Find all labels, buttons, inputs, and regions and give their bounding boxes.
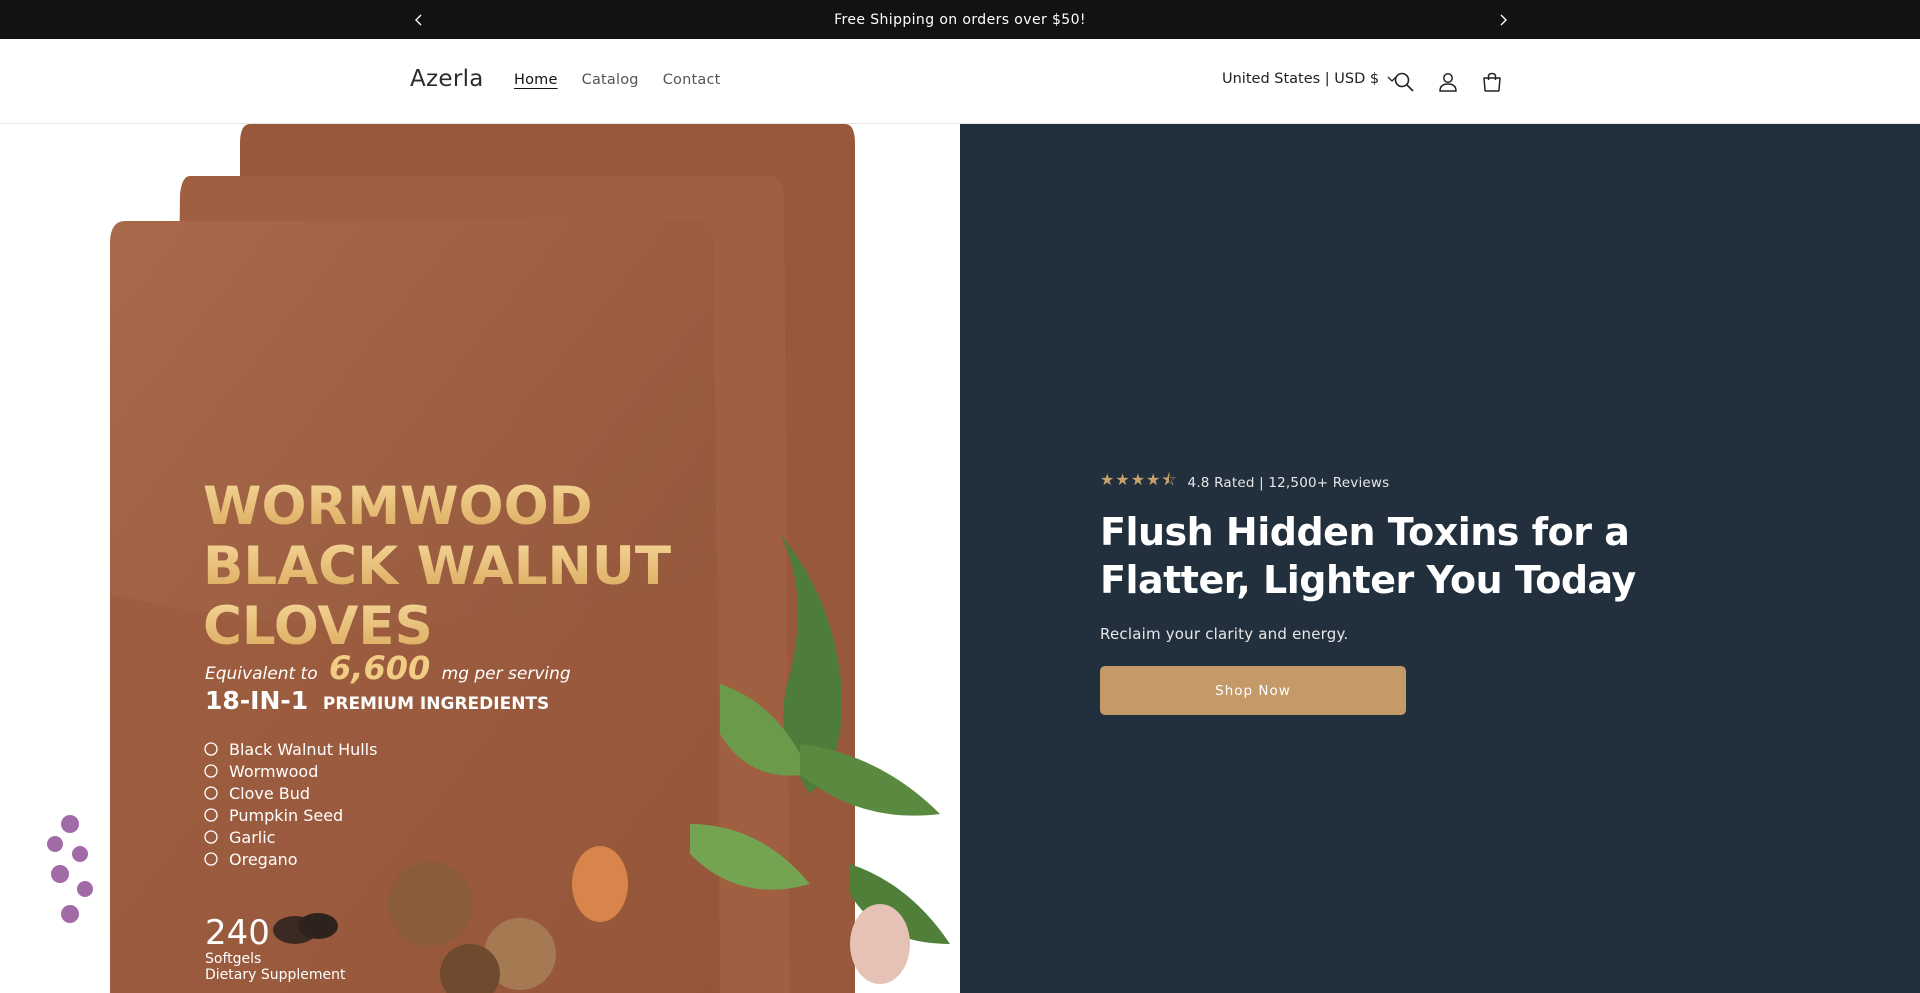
account-icon <box>1439 73 1457 92</box>
main-nav: Home Catalog Contact <box>514 72 745 88</box>
equivalent-suffix: mg per serving <box>442 664 571 684</box>
country-currency-selector[interactable]: United States | USD $ <box>1222 71 1397 87</box>
supplement-label: Dietary Supplement <box>205 967 346 983</box>
product-title-line-2: BLACK WALNUT <box>203 536 671 597</box>
shop-now-button[interactable]: Shop Now <box>1100 666 1406 715</box>
equivalent-prefix: Equivalent to <box>205 664 318 684</box>
ingredient-5: Garlic <box>229 828 275 847</box>
announcement-bar: Free Shipping on orders over $50! <box>0 0 1920 39</box>
hero-product-image: WORMWOOD BLACK WALNUT CLOVES Equivalent … <box>0 124 960 993</box>
ingredient-3: Clove Bud <box>229 784 310 803</box>
nav-link-catalog[interactable]: Catalog <box>582 72 639 88</box>
rating-summary: ★★★★⯪ 4.8 Rated | 12,500+ Reviews <box>1100 469 1389 496</box>
locale-label: United States | USD $ <box>1222 71 1380 87</box>
chevron-right-icon <box>1500 14 1507 25</box>
star-rating-icon: ★★★★⯪ <box>1100 470 1178 489</box>
announcement-prev-button[interactable] <box>403 0 433 39</box>
site-header: Azerla Home Catalog Contact United State… <box>0 39 1920 124</box>
product-pouch-illustration: WORMWOOD BLACK WALNUT CLOVES Equivalent … <box>47 124 950 993</box>
rating-text: 4.8 Rated | 12,500+ Reviews <box>1187 474 1390 491</box>
product-title-line-1: WORMWOOD <box>203 476 593 537</box>
hero-content-panel: ★★★★⯪ 4.8 Rated | 12,500+ Reviews Flush … <box>960 124 1920 993</box>
store-logo[interactable]: Azerla <box>410 66 484 92</box>
hero-headline: Flush Hidden Toxins for a Flatter, Light… <box>1100 510 1636 602</box>
product-title-line-3: CLOVES <box>203 596 433 657</box>
search-icon <box>1394 72 1414 92</box>
ingredients-label: PREMIUM INGREDIENTS <box>323 694 549 714</box>
chevron-left-icon <box>414 14 421 25</box>
announcement-message: Free Shipping on orders over $50! <box>834 11 1086 28</box>
equivalent-amount: 6,600 <box>329 649 430 687</box>
ingredients-count: 18-IN-1 <box>205 686 308 715</box>
ingredient-2: Wormwood <box>229 762 318 781</box>
hero-subtitle: Reclaim your clarity and energy. <box>1100 625 1349 643</box>
announcement-next-button[interactable] <box>1488 0 1518 39</box>
nav-link-contact[interactable]: Contact <box>663 72 721 88</box>
cart-button[interactable] <box>1477 67 1507 97</box>
softgel-unit: Softgels <box>205 951 261 967</box>
nav-link-home[interactable]: Home <box>514 72 558 88</box>
account-button[interactable] <box>1433 67 1463 97</box>
cart-icon <box>1483 72 1501 92</box>
ingredient-1: Black Walnut Hulls <box>229 740 377 759</box>
ingredient-6: Oregano <box>229 850 298 869</box>
softgel-count: 240 <box>205 913 270 953</box>
ingredient-4: Pumpkin Seed <box>229 806 343 825</box>
search-button[interactable] <box>1389 67 1419 97</box>
